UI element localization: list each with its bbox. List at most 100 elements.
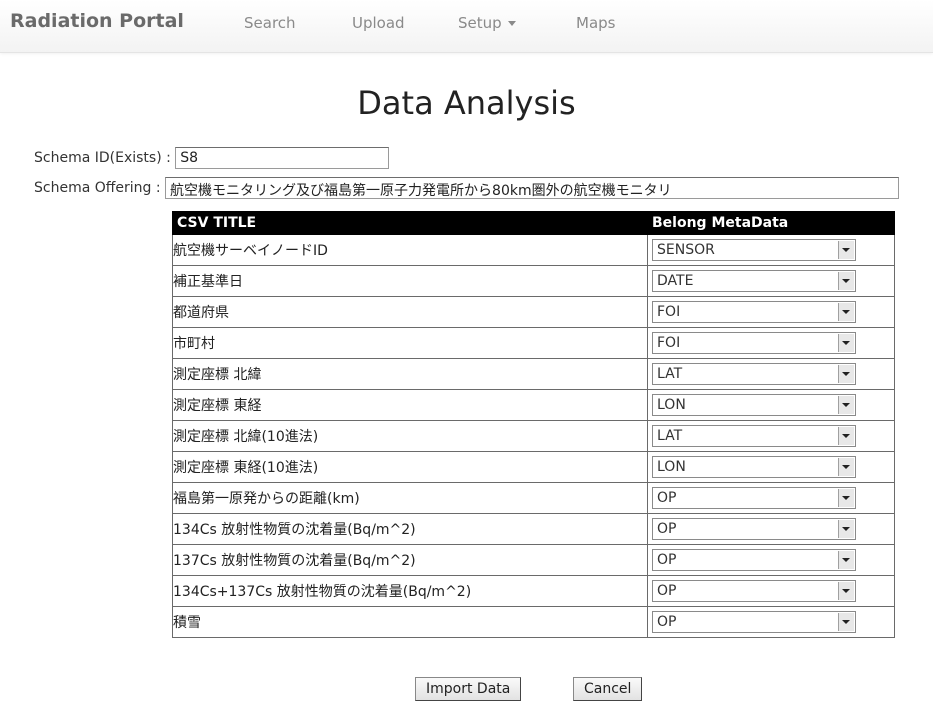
- csv-title-cell: 134Cs+137Cs 放射性物質の沈着量(Bq/m^2): [172, 575, 648, 607]
- dropdown-arrow-icon[interactable]: [838, 365, 854, 383]
- csv-title-cell: 134Cs 放射性物質の沈着量(Bq/m^2): [172, 513, 648, 545]
- metadata-cell: SENSOR: [647, 234, 895, 266]
- metadata-cell: FOI: [647, 327, 895, 359]
- metadata-select[interactable]: SENSOR: [652, 239, 856, 261]
- metadata-select[interactable]: OP: [652, 611, 856, 633]
- csv-title-cell: 測定座標 東経: [172, 389, 648, 421]
- import-data-button[interactable]: Import Data: [415, 677, 522, 701]
- csv-title-cell: 測定座標 北緯: [172, 358, 648, 390]
- metadata-select-value: OP: [657, 552, 677, 568]
- csv-title-cell: 137Cs 放射性物質の沈着量(Bq/m^2): [172, 544, 648, 576]
- dropdown-arrow-icon[interactable]: [838, 520, 854, 538]
- csv-title-cell: 都道府県: [172, 296, 648, 328]
- cancel-button[interactable]: Cancel: [573, 677, 643, 701]
- nav-setup[interactable]: Setup: [458, 14, 516, 32]
- column-header-csv-title: CSV TITLE: [172, 211, 648, 235]
- column-header-belong-metadata: Belong MetaData: [647, 211, 895, 235]
- dropdown-arrow-icon[interactable]: [838, 613, 854, 631]
- csv-title-cell: 福島第一原発からの距離(km): [172, 482, 648, 514]
- page-title: Data Analysis: [357, 84, 576, 122]
- schema-offering-input[interactable]: 航空機モニタリング及び福島第一原子力発電所から80km圏外の航空機モニタリ: [165, 177, 900, 199]
- metadata-cell: DATE: [647, 265, 895, 297]
- dropdown-arrow-icon[interactable]: [838, 551, 854, 569]
- metadata-select-value: LAT: [657, 366, 683, 382]
- csv-title-cell: 補正基準日: [172, 265, 648, 297]
- metadata-cell: FOI: [647, 296, 895, 328]
- metadata-select[interactable]: OP: [652, 518, 856, 540]
- dropdown-arrow-icon[interactable]: [838, 427, 854, 445]
- table-row: 134Cs 放射性物質の沈着量(Bq/m^2) OP: [172, 513, 895, 545]
- csv-title-cell: 積雪: [172, 606, 648, 638]
- csv-title-cell: 測定座標 北緯(10進法): [172, 420, 648, 452]
- metadata-select-value: OP: [657, 490, 677, 506]
- brand-link[interactable]: Radiation Portal: [10, 10, 184, 32]
- metadata-select-value: OP: [657, 583, 677, 599]
- metadata-select[interactable]: OP: [652, 487, 856, 509]
- metadata-cell: LAT: [647, 358, 895, 390]
- schema-offering-row: Schema Offering : 航空機モニタリング及び福島第一原子力発電所か…: [34, 177, 900, 199]
- dropdown-arrow-icon[interactable]: [838, 396, 854, 414]
- nav-maps[interactable]: Maps: [576, 14, 615, 32]
- dropdown-arrow-icon[interactable]: [838, 303, 854, 321]
- schema-id-label: Schema ID(Exists) :: [34, 150, 171, 166]
- caret-down-icon: [507, 21, 516, 26]
- metadata-select-value: OP: [657, 614, 677, 630]
- metadata-cell: OP: [647, 513, 895, 545]
- table-row: 福島第一原発からの距離(km) OP: [172, 482, 895, 514]
- table-row: 測定座標 東経(10進法) LON: [172, 451, 895, 483]
- schema-offering-label: Schema Offering :: [34, 180, 161, 196]
- table-row: 積雪 OP: [172, 606, 895, 638]
- metadata-cell: OP: [647, 575, 895, 607]
- metadata-select[interactable]: LAT: [652, 425, 856, 447]
- table-row: 測定座標 北緯(10進法) LAT: [172, 420, 895, 452]
- table-body: 航空機サーベイノードID SENSOR 補正基準日 DATE 都道府県 FOI 市町村 FOI…: [172, 234, 895, 638]
- navbar: Radiation Portal Search Upload Setup Map…: [0, 0, 933, 53]
- nav-search[interactable]: Search: [244, 14, 296, 32]
- table-row: 市町村 FOI: [172, 327, 895, 359]
- table-row: 137Cs 放射性物質の沈着量(Bq/m^2) OP: [172, 544, 895, 576]
- metadata-select-value: OP: [657, 521, 677, 537]
- dropdown-arrow-icon[interactable]: [838, 489, 854, 507]
- dropdown-arrow-icon[interactable]: [838, 458, 854, 476]
- table-row: 測定座標 東経 LON: [172, 389, 895, 421]
- schema-id-input[interactable]: S8: [175, 147, 390, 169]
- table-row: 都道府県 FOI: [172, 296, 895, 328]
- metadata-cell: LON: [647, 389, 895, 421]
- metadata-select-value: DATE: [657, 273, 694, 289]
- table-row: 航空機サーベイノードID SENSOR: [172, 234, 895, 266]
- schema-id-row: Schema ID(Exists) : S8: [34, 147, 390, 169]
- metadata-cell: LON: [647, 451, 895, 483]
- nav-upload[interactable]: Upload: [352, 14, 405, 32]
- metadata-select-value: LAT: [657, 428, 683, 444]
- table-row: 測定座標 北緯 LAT: [172, 358, 895, 390]
- csv-title-cell: 航空機サーベイノードID: [172, 234, 648, 266]
- metadata-table: CSV TITLE Belong MetaData 航空機サーベイノードID SE…: [172, 211, 895, 638]
- nav-setup-label: Setup: [458, 14, 502, 32]
- metadata-cell: OP: [647, 606, 895, 638]
- metadata-cell: OP: [647, 482, 895, 514]
- csv-title-cell: 市町村: [172, 327, 648, 359]
- metadata-select-value: SENSOR: [657, 242, 715, 258]
- metadata-select[interactable]: OP: [652, 580, 856, 602]
- metadata-cell: OP: [647, 544, 895, 576]
- dropdown-arrow-icon[interactable]: [838, 582, 854, 600]
- metadata-select[interactable]: FOI: [652, 301, 856, 323]
- dropdown-arrow-icon[interactable]: [838, 241, 854, 259]
- metadata-select[interactable]: OP: [652, 549, 856, 571]
- table-row: 補正基準日 DATE: [172, 265, 895, 297]
- metadata-select-value: LON: [657, 397, 686, 413]
- metadata-select-value: LON: [657, 459, 686, 475]
- metadata-select[interactable]: FOI: [652, 332, 856, 354]
- metadata-select[interactable]: LON: [652, 394, 856, 416]
- table-header-row: CSV TITLE Belong MetaData: [172, 211, 895, 235]
- table-row: 134Cs+137Cs 放射性物質の沈着量(Bq/m^2) OP: [172, 575, 895, 607]
- metadata-cell: LAT: [647, 420, 895, 452]
- metadata-select[interactable]: LAT: [652, 363, 856, 385]
- dropdown-arrow-icon[interactable]: [838, 272, 854, 290]
- metadata-select[interactable]: DATE: [652, 270, 856, 292]
- metadata-select-value: FOI: [657, 335, 681, 351]
- dropdown-arrow-icon[interactable]: [838, 334, 854, 352]
- metadata-select-value: FOI: [657, 304, 681, 320]
- csv-title-cell: 測定座標 東経(10進法): [172, 451, 648, 483]
- metadata-select[interactable]: LON: [652, 456, 856, 478]
